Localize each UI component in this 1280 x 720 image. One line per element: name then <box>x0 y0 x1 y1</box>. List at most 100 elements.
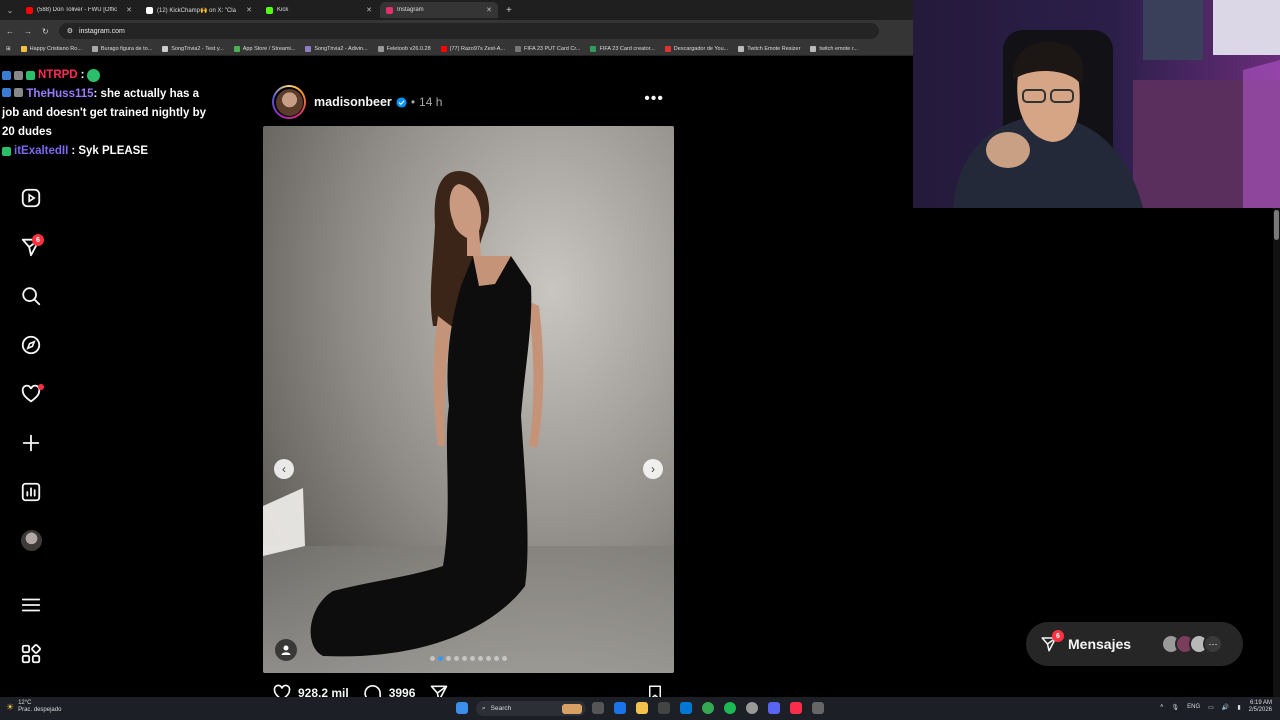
microphone-icon[interactable]: 🎙 <box>1172 704 1180 711</box>
explore-compass-icon[interactable] <box>20 334 42 356</box>
messages-badge: 6 <box>1052 630 1064 642</box>
bookmark[interactable]: FIFA 23 Card creator... <box>590 45 655 52</box>
bookmark[interactable]: Twitch Emote Resizer <box>738 45 800 52</box>
site-info-icon[interactable]: ⚙ <box>67 27 73 35</box>
instagram-favicon <box>386 6 393 14</box>
bookmark[interactable]: Feletoob v26.0.28 <box>377 45 431 52</box>
post-options-icon[interactable]: ••• <box>644 90 664 108</box>
bookmark-icon <box>305 45 312 52</box>
bookmark-label: FIFA 23 Card creator... <box>599 45 655 52</box>
more-menu-icon[interactable] <box>20 594 42 616</box>
volume-icon[interactable]: 🔊 <box>1222 704 1229 711</box>
bookmark-icon <box>590 45 597 52</box>
bookmark-icon <box>20 45 27 52</box>
task-view-icon[interactable] <box>592 702 604 714</box>
clock-date: 2/5/2026 <box>1248 707 1272 713</box>
weather-widget[interactable]: ☀ 12°C Prac. despejado <box>6 700 61 714</box>
bookmark[interactable]: (77) Razo97s Zest-A... <box>440 45 505 52</box>
scrollbar-thumb[interactable] <box>1274 210 1279 240</box>
story-ring-avatar[interactable] <box>272 85 306 119</box>
browser-tab-3[interactable]: Kick ✕ <box>260 2 378 18</box>
avatar-border <box>274 87 304 117</box>
bookmark-label: SongTrivia2 - Test y... <box>171 45 224 52</box>
battery-icon[interactable]: ▮ <box>1237 704 1240 711</box>
post-time: 14 h <box>419 95 443 109</box>
clock[interactable]: 6:19 AM 2/5/2026 <box>1249 700 1272 714</box>
more-contacts-icon: ⋯ <box>1203 634 1224 654</box>
bookmark[interactable]: Descargador de You... <box>664 45 729 52</box>
bookmark-label: Descargador de You... <box>673 45 729 52</box>
apps-icon[interactable]: ⊞ <box>6 46 11 52</box>
also-from-meta-icon[interactable] <box>20 643 42 665</box>
profile-avatar[interactable] <box>21 530 42 551</box>
chrome-icon[interactable] <box>702 702 714 714</box>
chat-badge-icon <box>2 71 11 80</box>
browser-tab-1[interactable]: (588) Don Toliver - FWU [Offic ✕ <box>20 2 138 18</box>
clock-time: 6:19 AM <box>1249 700 1272 706</box>
bookmark-icon <box>810 45 817 52</box>
bookmark-label: twitch emote r... <box>819 45 858 52</box>
taskbar-search[interactable]: ⌕ Search <box>476 701 586 716</box>
browser-tab-2[interactable]: (12) KickChamp🙌 on X: "Cla ✕ <box>140 2 258 18</box>
bookmark[interactable]: SongTrivia2 - Adivin... <box>305 45 368 52</box>
chat-badge-icon <box>2 147 11 156</box>
post-username[interactable]: madisonbeer <box>314 95 392 109</box>
carousel-dot <box>470 656 475 661</box>
tray-overflow-icon[interactable]: ˄ <box>1160 704 1164 710</box>
notification-dot <box>38 384 44 390</box>
bookmarks-bar: ⊞ Happy Cristiano Ro... Burago figura de… <box>0 42 913 56</box>
reload-icon[interactable]: ↻ <box>42 27 49 36</box>
language-indicator[interactable]: ENG <box>1187 704 1200 710</box>
bookmark[interactable]: Burago figura de to... <box>91 45 152 52</box>
url-text: instagram.com <box>78 27 125 35</box>
store-icon[interactable] <box>658 702 670 714</box>
url-field[interactable]: ⚙ instagram.com <box>58 23 879 39</box>
chat-emote-icon <box>87 69 101 82</box>
obs-icon[interactable] <box>746 702 758 714</box>
bookmark-label: (77) Razo97s Zest-A... <box>449 45 505 52</box>
forward-icon[interactable]: → <box>24 27 32 36</box>
create-plus-icon[interactable] <box>20 432 42 454</box>
close-tab-icon[interactable]: ✕ <box>486 6 492 14</box>
back-icon[interactable]: ← <box>6 27 14 36</box>
close-tab-icon[interactable]: ✕ <box>366 6 372 14</box>
windows-taskbar: ☀ 12°C Prac. despejado ⌕ Search ˄ 🎙 ENG … <box>0 697 1280 720</box>
bookmark[interactable]: twitch emote r... <box>810 45 858 52</box>
tab-search-button[interactable]: ⌄ <box>0 0 20 20</box>
kick-favicon <box>266 6 273 14</box>
close-tab-icon[interactable]: ✕ <box>126 6 132 14</box>
post-photo[interactable]: ‹ › <box>263 126 674 673</box>
mail-icon[interactable] <box>680 702 692 714</box>
bookmark[interactable]: SongTrivia2 - Test y... <box>162 45 224 52</box>
browser-tab-4-active[interactable]: Instagram ✕ <box>380 2 498 18</box>
file-explorer-icon[interactable] <box>636 702 648 714</box>
edge-browser-icon[interactable] <box>614 702 626 714</box>
new-tab-button[interactable]: + <box>500 5 518 16</box>
carousel-dot <box>430 656 435 661</box>
messages-floating-button[interactable]: 6 Mensajes ⋯ <box>1026 622 1243 666</box>
discord-icon[interactable] <box>768 702 780 714</box>
bookmark[interactable]: App Store / Streami... <box>233 45 296 52</box>
carousel-dot <box>446 656 451 661</box>
carousel-next-button[interactable]: › <box>643 459 663 479</box>
search-highlight-icon <box>562 703 582 714</box>
music-icon[interactable] <box>790 702 802 714</box>
close-tab-icon[interactable]: ✕ <box>246 6 252 14</box>
dashboard-chart-icon[interactable] <box>20 481 42 503</box>
bookmark[interactable]: FIFA 23 PUT Card Cr... <box>515 45 580 52</box>
spotify-icon[interactable] <box>724 702 736 714</box>
chat-message: itExaltedII : Syk PLEASE <box>2 142 217 161</box>
chat-username: NTRPD <box>38 69 78 81</box>
network-icon[interactable]: ▭ <box>1208 704 1214 711</box>
reels-icon[interactable] <box>20 187 42 209</box>
tab-title: Instagram <box>397 7 424 13</box>
bookmark[interactable]: Happy Cristiano Ro... <box>20 45 82 52</box>
bookmark-icon <box>91 45 98 52</box>
search-icon[interactable] <box>20 285 42 307</box>
chat-message: NTRPD : <box>2 66 217 85</box>
page-scrollbar[interactable] <box>1273 208 1280 697</box>
carousel-prev-button[interactable]: ‹ <box>274 459 294 479</box>
app-icon[interactable] <box>812 702 824 714</box>
start-windows-icon[interactable] <box>456 702 468 714</box>
bookmark-label: App Store / Streami... <box>242 45 296 52</box>
